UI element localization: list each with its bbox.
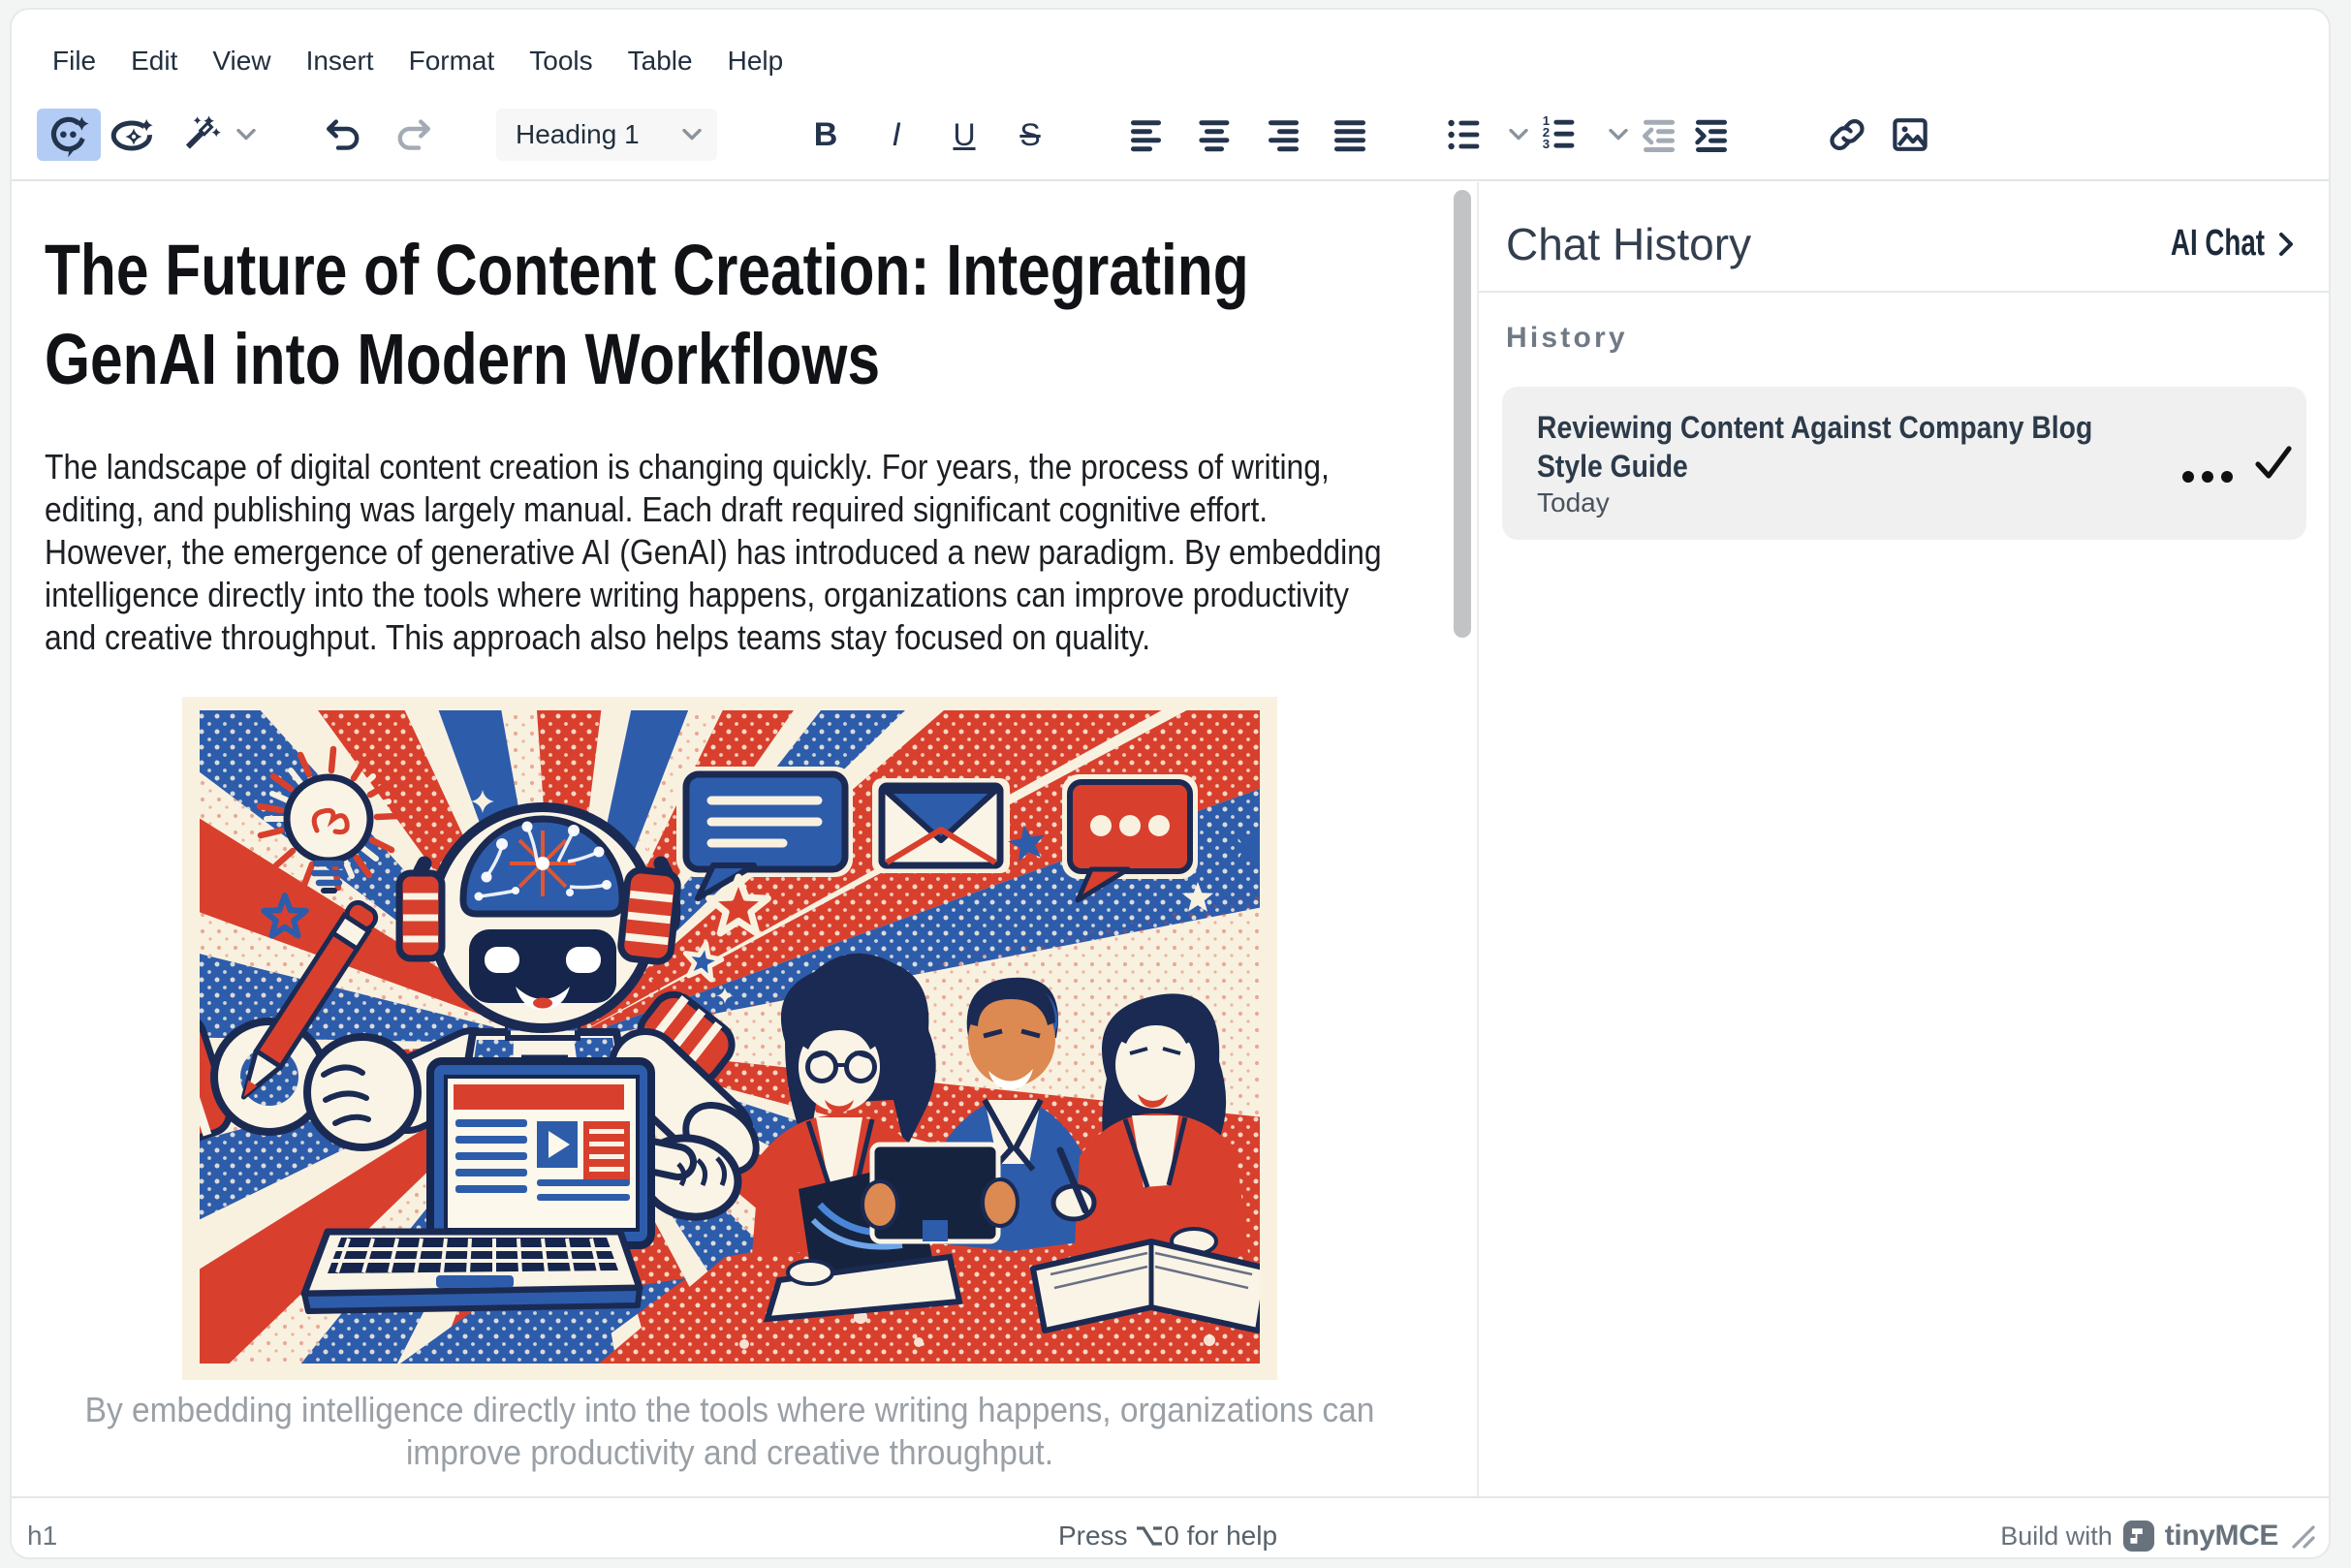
svg-text:3: 3: [1543, 137, 1550, 151]
